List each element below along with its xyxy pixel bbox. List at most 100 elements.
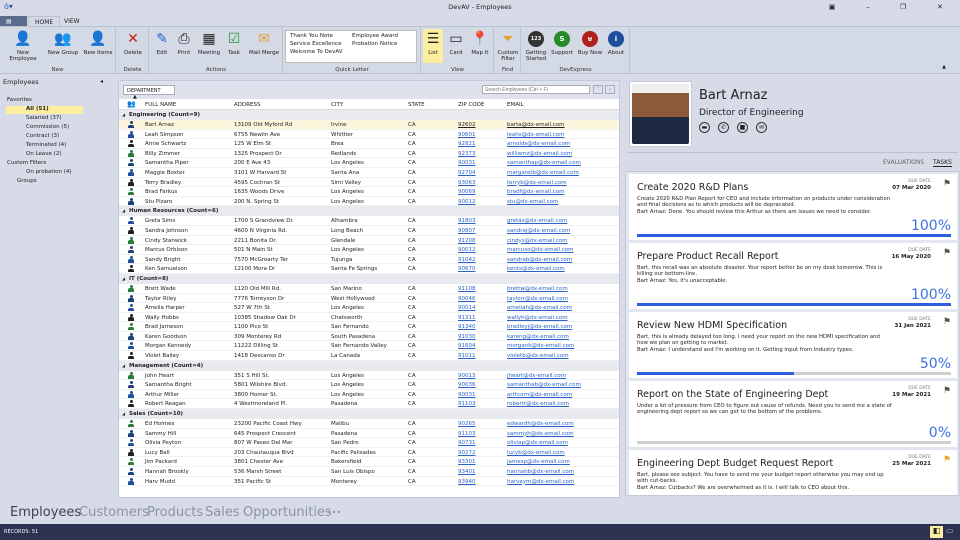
table-row[interactable]: Samantha Piper 200 E Ave 43 Los Angeles CA 9… (119, 158, 619, 168)
table-row[interactable]: Billy Zimmer 1325 Prospect Dr Redlands CA 92… (119, 149, 619, 159)
column-city[interactable]: CITY (331, 102, 343, 108)
print-button[interactable]: ⎙ Print (174, 30, 194, 56)
task-card[interactable]: Prepare Product Recall Report Bart, this … (629, 243, 957, 311)
email-cell[interactable]: terryb@dx-email.com (507, 180, 567, 186)
search-prev-button[interactable]: ⌃ (593, 85, 603, 94)
collapse-group-icon[interactable]: ◢ (122, 112, 125, 117)
group-header-row[interactable]: ◢ Human Resources (Count=6) (119, 206, 619, 217)
email-cell[interactable]: samanthab@dx-email.com (507, 382, 581, 388)
chat-icon[interactable]: ▬ (699, 122, 710, 133)
column-email[interactable]: EMAIL (507, 102, 524, 108)
video-icon[interactable]: ■ (737, 122, 748, 133)
custom-filter-item[interactable]: On probation (4) (26, 169, 72, 175)
email-cell[interactable]: robertr@dx-email.com (507, 401, 569, 407)
table-row[interactable]: Wally Hobbs 10385 Shadow Oak Dr Chatsworth… (119, 313, 619, 323)
table-row[interactable]: Ed Holmes 23200 Pacific Coast Hwy Malibu CA… (119, 419, 619, 429)
task-card[interactable]: Review New HDMI Specification Bart, this … (629, 312, 957, 380)
email-cell[interactable]: jamesp@dx-email.com (507, 459, 570, 465)
table-row[interactable]: Marcus Orbison 501 N Main St Los Angeles CA… (119, 245, 619, 255)
email-cell[interactable]: taylorr@dx-email.com (507, 296, 568, 302)
table-row[interactable]: Karen Goodson 309 Monterey Rd South Pasade… (119, 332, 619, 342)
normal-view-icon[interactable]: ◧ (930, 526, 943, 538)
reading-view-icon[interactable]: ▭ (946, 526, 954, 535)
custom-filters-node[interactable]: Custom Filters (7, 160, 46, 166)
collapse-group-icon[interactable]: ◢ (122, 363, 125, 368)
zip-code-cell[interactable]: 91011 (458, 353, 476, 359)
tab-tasks[interactable]: TASKS (933, 159, 952, 167)
table-row[interactable]: Samantha Bright 5801 Wilshire Blvd. Los An… (119, 380, 619, 390)
table-row[interactable]: Morgan Kennedy 11222 Dilling St San Fernan… (119, 341, 619, 352)
table-row[interactable]: Maggie Boxter 3101 W Harvard St Santa Ana C… (119, 168, 619, 178)
support-button[interactable]: S Support (550, 30, 574, 56)
buy-now-button[interactable]: ⊍ Buy Now (577, 30, 603, 56)
zip-code-cell[interactable]: 93940 (458, 479, 476, 485)
zip-code-cell[interactable]: 92373 (458, 151, 476, 157)
zip-code-cell[interactable]: 90670 (458, 266, 476, 272)
table-row[interactable]: Taylor Riley 7776 Torreyson Dr West Hollyw… (119, 294, 619, 304)
collapse-group-icon[interactable]: ◢ (122, 276, 125, 281)
favorites-node[interactable]: Favorites (7, 97, 32, 103)
email-cell[interactable]: arnolds@dx-email.com (507, 141, 570, 147)
zip-code-cell[interactable]: 91103 (458, 401, 476, 407)
group-header-row[interactable]: ◢ Management (Count=4) (119, 360, 619, 371)
zip-code-cell[interactable]: 90731 (458, 440, 476, 446)
new-items-button[interactable]: 👤 New Items (83, 30, 113, 56)
table-row[interactable]: Leah Simpson 6755 Newlin Ave Whittier CA 906… (119, 130, 619, 140)
sidebar-item[interactable]: On Leave (2) (26, 151, 61, 157)
flag-icon[interactable]: ⚑ (943, 179, 951, 189)
email-cell[interactable]: jheart@dx-email.com (507, 373, 566, 379)
table-row[interactable]: Ken Samuelson 12100 Mora Dr Santa Fe Sprin… (119, 264, 619, 274)
group-header-row[interactable]: ◢ Sales (Count=10) (119, 409, 619, 420)
table-row[interactable]: Bart Arnaz 13109 Old Myford Rd Irvine CA 926… (119, 120, 619, 130)
table-row[interactable]: Violet Bailey 1418 Descanso Dr La Canada CA… (119, 351, 619, 361)
probation-notice-item[interactable]: Probation Notice (352, 41, 397, 47)
email-cell[interactable]: samanthap@dx-email.com (507, 160, 581, 166)
zip-code-cell[interactable]: 91108 (458, 286, 476, 292)
employee-award-item[interactable]: Employee Award (352, 33, 398, 39)
email-cell[interactable]: bradleyj@dx-email.com (507, 324, 572, 330)
table-row[interactable]: Harv Mudd 351 Pacific St Monterey CA 93940 ha… (119, 477, 619, 487)
email-cell[interactable]: barta@dx-email.com (507, 122, 565, 128)
zip-code-cell[interactable]: 93401 (458, 469, 476, 475)
welcome-item[interactable]: Welcome To DevAV (290, 49, 343, 55)
tab-evaluations[interactable]: EVALUATIONS (883, 159, 924, 166)
email-cell[interactable]: marcuso@dx-email.com (507, 247, 574, 253)
zip-code-cell[interactable]: 91208 (458, 238, 476, 244)
zip-code-cell[interactable]: 91340 (458, 324, 476, 330)
zip-code-cell[interactable]: 91803 (458, 218, 476, 224)
task-button[interactable]: ☑ Task (224, 30, 244, 56)
service-excellence-item[interactable]: Service Excellence (290, 41, 341, 47)
email-cell[interactable]: cindys@dx-email.com (507, 238, 568, 244)
zip-code-cell[interactable]: 90031 (458, 160, 476, 166)
email-cell[interactable]: hannahb@dx-email.com (507, 469, 574, 475)
table-row[interactable]: Terry Bradley 4595 Cochran St Simi Valley C… (119, 178, 619, 188)
person-column-icon[interactable]: 👥 (127, 100, 136, 108)
group-header-row[interactable]: ◢ IT (Count=8) (119, 273, 619, 284)
sidebar-item[interactable]: Terminated (4) (26, 142, 66, 148)
email-cell[interactable]: wallyh@dx-email.com (507, 315, 568, 321)
meeting-button[interactable]: ▦ Meeting (197, 30, 221, 56)
zip-code-cell[interactable]: 91311 (458, 315, 476, 321)
zip-code-cell[interactable]: 90036 (458, 382, 476, 388)
flag-icon[interactable]: ⚑ (943, 317, 951, 327)
zip-code-cell[interactable]: 90069 (458, 189, 476, 195)
getting-started-button[interactable]: 123 Getting Started (524, 30, 548, 63)
sidebar-item[interactable]: Salaried (37) (26, 115, 61, 121)
group-header-row[interactable]: ◢ Engineering (Count=9) (119, 110, 619, 120)
table-row[interactable]: Olivia Peyton 807 W Paseo Del Mar San Pedr… (119, 438, 619, 448)
zip-code-cell[interactable]: 93301 (458, 459, 476, 465)
collapse-sidebar-icon[interactable]: ◂ (100, 78, 103, 85)
email-cell[interactable]: ameliah@dx-email.com (507, 305, 572, 311)
delete-button[interactable]: ✕ Delete (121, 30, 145, 56)
table-row[interactable]: Stu Pizaro 200 N. Spring St Los Angeles CA 9… (119, 197, 619, 207)
table-row[interactable]: Arnie Schwartz 125 W Elm St Brea CA 92821 arn… (119, 139, 619, 149)
zip-code-cell[interactable]: 92821 (458, 141, 476, 147)
phone-icon[interactable]: ✆ (718, 122, 729, 133)
about-button[interactable]: i About (605, 30, 627, 56)
zip-code-cell[interactable]: 91030 (458, 334, 476, 340)
sidebar-item[interactable]: Commission (5) (26, 124, 69, 130)
search-next-button[interactable]: ⌄ (605, 85, 615, 94)
sidebar-item[interactable]: Contract (3) (26, 133, 59, 139)
new-group-button[interactable]: 👥 New Group (46, 30, 80, 56)
custom-filter-button[interactable]: ⏷ Custom Filter (496, 30, 520, 63)
